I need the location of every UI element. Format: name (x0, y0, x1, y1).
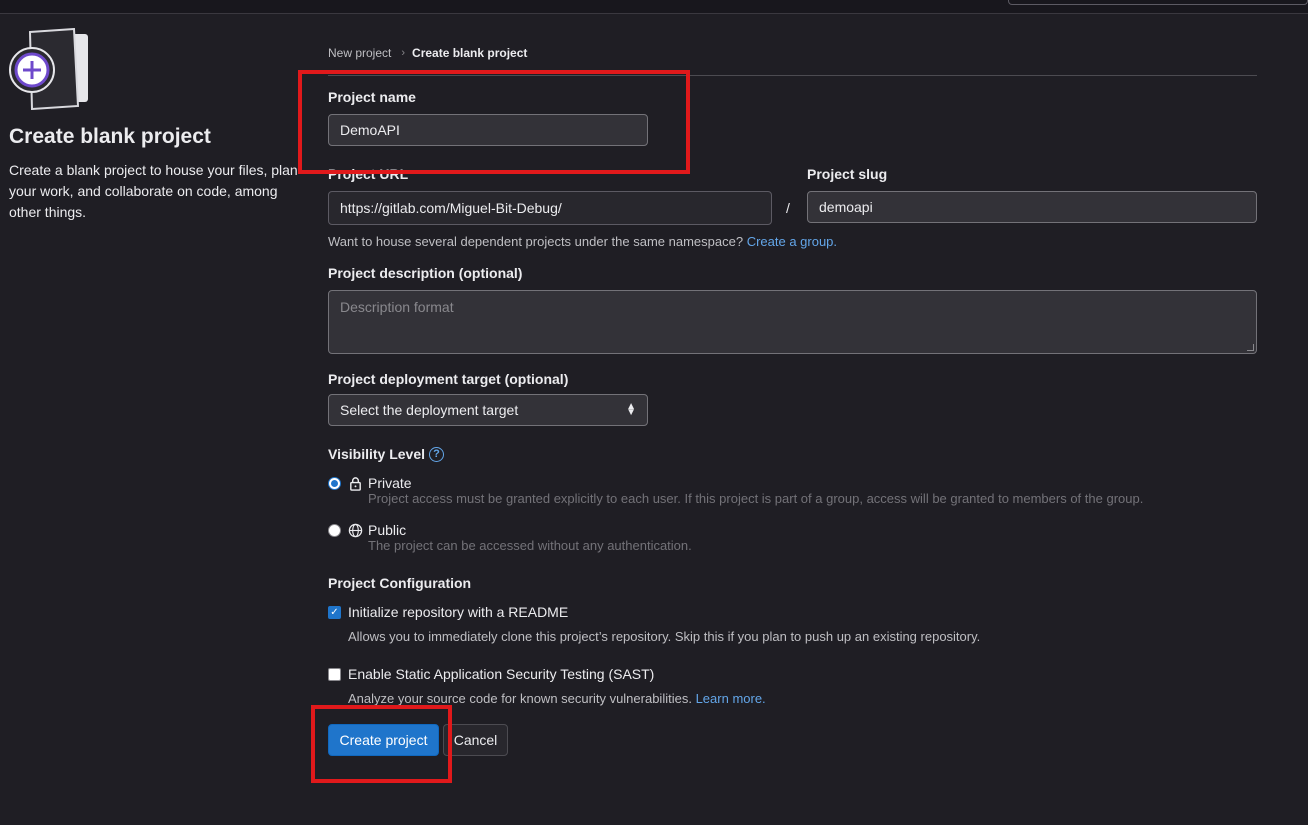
public-radio[interactable] (328, 523, 341, 537)
breadcrumb-current: Create blank project (412, 46, 528, 60)
sast-help-text: Analyze your source code for known secur… (348, 691, 692, 706)
readme-label: Initialize repository with a README (348, 604, 569, 620)
select-caret-icon: ▲ ▼ (626, 401, 636, 418)
project-description-label: Project description (optional) (328, 265, 523, 281)
sast-label: Enable Static Application Security Testi… (348, 666, 655, 682)
description-placeholder: Description format (340, 299, 454, 315)
visibility-level-text: Visibility Level (328, 446, 426, 462)
cancel-button[interactable]: Cancel (443, 724, 508, 756)
deployment-target-select[interactable]: Select the deployment target ▲ ▼ (328, 394, 648, 426)
private-help-text: Project access must be granted explicitl… (368, 491, 1144, 506)
create-project-button[interactable]: Create project (328, 724, 439, 756)
readme-option[interactable]: ✓ Initialize repository with a README (328, 604, 568, 620)
page-description: Create a blank project to house your fil… (9, 162, 298, 220)
readme-checkbox[interactable]: ✓ (328, 605, 341, 619)
private-radio[interactable] (328, 476, 341, 490)
public-label: Public (368, 522, 407, 538)
question-circle-icon[interactable]: ? (429, 446, 445, 462)
project-url-namespace-select[interactable]: https://gitlab.com/Miguel-Bit-Debug/ (328, 191, 772, 225)
deployment-target-value: Select the deployment target (340, 402, 519, 418)
sast-checkbox[interactable] (328, 667, 341, 681)
group-hint: Want to house several dependent projects… (328, 234, 837, 249)
search-box-edge[interactable] (1008, 0, 1308, 5)
page-title: Create blank project (9, 125, 211, 148)
readme-help-text: Allows you to immediately clone this pro… (348, 629, 981, 644)
project-description-textarea[interactable]: Description format (328, 290, 1257, 354)
new-project-illustration (9, 28, 88, 110)
deployment-target-label: Project deployment target (optional) (328, 371, 569, 387)
visibility-level-label: Visibility Level ? (328, 446, 445, 462)
project-slug-label: Project slug (807, 166, 888, 182)
project-configuration-label: Project Configuration (328, 575, 472, 591)
divider (328, 75, 1257, 76)
create-group-link[interactable]: Create a group. (747, 234, 837, 249)
group-hint-text: Want to house several dependent projects… (328, 234, 744, 249)
top-bar (0, 0, 1308, 14)
private-label: Private (368, 475, 412, 491)
breadcrumb: New project › Create blank project (328, 46, 527, 60)
public-help-text: The project can be accessed without any … (368, 538, 692, 553)
url-separator: / (786, 200, 790, 216)
project-name-label: Project name (328, 89, 416, 105)
learn-more-link[interactable]: Learn more. (696, 691, 766, 706)
project-slug-input[interactable]: demoapi (807, 191, 1257, 223)
chevron-right-icon: › (401, 47, 406, 59)
visibility-public-option[interactable]: Public (328, 522, 406, 538)
sast-option[interactable]: Enable Static Application Security Testi… (328, 666, 654, 682)
globe-icon (348, 523, 363, 537)
visibility-private-option[interactable]: Private (328, 475, 412, 491)
resize-handle-icon[interactable] (1247, 344, 1254, 351)
breadcrumb-new-project[interactable]: New project (328, 46, 391, 60)
project-url-label: Project URL (328, 166, 409, 182)
sast-help: Analyze your source code for known secur… (348, 691, 766, 706)
project-name-input[interactable]: DemoAPI (328, 114, 648, 146)
lock-icon (350, 476, 361, 491)
